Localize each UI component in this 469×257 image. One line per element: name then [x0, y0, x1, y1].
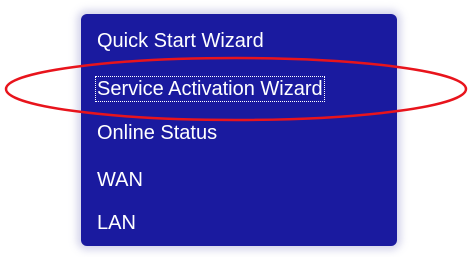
menu-item-wan[interactable]: WAN: [97, 168, 143, 192]
menu-item-quick-start-wizard[interactable]: Quick Start Wizard: [97, 29, 264, 53]
menu-item-service-activation-wizard[interactable]: Service Activation Wizard: [95, 76, 325, 102]
menu-item-lan[interactable]: LAN: [97, 211, 136, 235]
menu-item-online-status[interactable]: Online Status: [97, 121, 217, 145]
